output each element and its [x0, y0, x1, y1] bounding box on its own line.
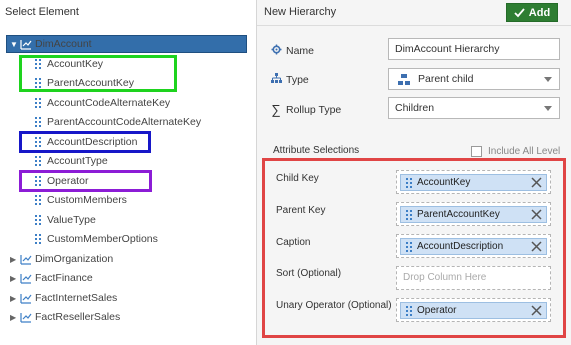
grip-icon: [35, 117, 41, 127]
tree-node-label: FactResellerSales: [35, 311, 121, 323]
rollup-label: ∑ Rollup Type: [270, 102, 341, 117]
rollup-select[interactable]: Children: [388, 97, 560, 119]
panel-header: New Hierarchy Add: [257, 0, 571, 26]
parent-key-dropzone[interactable]: ParentAccountKey: [396, 202, 551, 226]
caret-right-icon[interactable]: ▶: [10, 294, 20, 303]
grip-icon: [406, 241, 412, 252]
tree-column-label: ParentAccountCodeAlternateKey: [47, 116, 202, 128]
child-key-label: Child Key: [276, 173, 319, 184]
checkbox[interactable]: [471, 146, 482, 157]
grip-icon: [35, 156, 41, 166]
type-label: Type: [270, 73, 309, 87]
tree-column-label: AccountCodeAlternateKey: [47, 97, 171, 109]
tree-node-label: DimOrganization: [35, 253, 114, 265]
caret-right-icon[interactable]: ▶: [10, 274, 20, 283]
highlight-green-box: [19, 55, 177, 92]
name-input[interactable]: DimAccount Hierarchy: [388, 38, 560, 60]
new-hierarchy-panel: New Hierarchy Add Name DimAccount Hierar…: [257, 0, 571, 345]
panel-title: Select Element: [5, 6, 79, 18]
chevron-down-icon[interactable]: [544, 77, 552, 82]
caret-right-icon[interactable]: ▶: [10, 255, 20, 264]
type-label-text: Type: [286, 74, 309, 86]
name-input-value: DimAccount Hierarchy: [395, 43, 500, 55]
sort-label: Sort (Optional): [276, 268, 342, 279]
name-label-text: Name: [286, 45, 315, 57]
close-icon[interactable]: [530, 176, 543, 189]
chip-label: ParentAccountKey: [417, 209, 500, 220]
rollup-select-value: Children: [395, 102, 435, 114]
tree-column-valuetype[interactable]: ValueType: [35, 211, 96, 229]
caret-down-icon[interactable]: ▼: [10, 40, 20, 49]
highlight-blue-box: [19, 131, 151, 153]
drop-placeholder: Drop Column Here: [403, 272, 487, 283]
chip-label: AccountKey: [417, 177, 471, 188]
chevron-down-icon[interactable]: [544, 106, 552, 111]
close-icon[interactable]: [530, 304, 543, 317]
highlight-purple-box: [19, 170, 152, 192]
dimension-icon: [20, 293, 32, 304]
tree-node-label: DimAccount: [35, 38, 92, 50]
parent-child-icon: [398, 73, 410, 85]
dimension-icon: [20, 39, 32, 50]
grip-icon: [35, 215, 41, 225]
chip-label: AccountDescription: [417, 241, 504, 252]
select-element-panel: Select Element ▼ DimAccount AccountKey P…: [0, 0, 256, 345]
parent-key-label: Parent Key: [276, 205, 326, 216]
grip-icon: [35, 98, 41, 108]
tree-node-dimorganization[interactable]: ▶ DimOrganization: [10, 250, 113, 268]
tree-node-factinternetsales[interactable]: ▶ FactInternetSales: [10, 289, 117, 307]
type-select-value: Parent child: [418, 73, 474, 85]
tree-column-parentaccountcodealternatekey[interactable]: ParentAccountCodeAlternateKey: [35, 113, 201, 131]
unary-operator-label: Unary Operator (Optional): [276, 300, 392, 311]
tree-column-label: CustomMembers: [47, 194, 127, 206]
unary-operator-dropzone[interactable]: Operator: [396, 298, 551, 322]
tree-column-custommembers[interactable]: CustomMembers: [35, 191, 127, 209]
attribute-selections-label: Attribute Selections: [273, 145, 360, 156]
caret-right-icon[interactable]: ▶: [10, 313, 20, 322]
rollup-label-text: Rollup Type: [286, 103, 342, 116]
name-label: Name: [270, 44, 314, 58]
close-icon[interactable]: [530, 240, 543, 253]
tree-column-label: AccountType: [47, 155, 108, 167]
tree-node-factresellersales[interactable]: ▶ FactResellerSales: [10, 308, 120, 326]
grip-icon: [406, 177, 412, 188]
tree-column-label: ValueType: [47, 214, 96, 226]
dimension-icon: [20, 254, 32, 265]
dimension-icon: [20, 273, 32, 284]
column-chip[interactable]: ParentAccountKey: [400, 206, 547, 223]
caption-label: Caption: [276, 237, 311, 248]
grip-icon: [406, 305, 412, 316]
add-button-label: Add: [528, 6, 551, 19]
tree-column-accounttype[interactable]: AccountType: [35, 152, 108, 170]
column-chip[interactable]: AccountDescription: [400, 238, 547, 255]
hierarchy-icon: [270, 73, 282, 87]
include-all-level-checkbox[interactable]: Include All Level: [471, 146, 560, 157]
close-icon[interactable]: [530, 208, 543, 221]
checkmark-icon: [514, 7, 525, 17]
grip-icon: [406, 209, 412, 220]
tree-node-factfinance[interactable]: ▶ FactFinance: [10, 269, 93, 287]
settings-icon: [270, 44, 282, 58]
add-button[interactable]: Add: [506, 3, 558, 22]
include-all-level-label: Include All Level: [488, 146, 561, 157]
sort-dropzone[interactable]: Drop Column Here: [396, 266, 551, 290]
tree-column-label: CustomMemberOptions: [47, 233, 158, 245]
tree-column-custommemberoptions[interactable]: CustomMemberOptions: [35, 230, 158, 248]
grip-icon: [35, 195, 41, 205]
type-select[interactable]: Parent child: [388, 68, 560, 90]
grip-icon: [35, 234, 41, 244]
caption-dropzone[interactable]: AccountDescription: [396, 234, 551, 258]
panel-title: New Hierarchy: [264, 6, 337, 18]
child-key-dropzone[interactable]: AccountKey: [396, 170, 551, 194]
tree-node-label: FactInternetSales: [35, 292, 118, 304]
chip-label: Operator: [417, 305, 457, 316]
tree-node-label: FactFinance: [35, 272, 93, 284]
tree-node-dimaccount-row[interactable]: ▼ DimAccount: [10, 35, 92, 53]
sigma-icon: ∑: [271, 102, 281, 117]
dimension-icon: [20, 312, 32, 323]
tree-column-accountcodealternatekey[interactable]: AccountCodeAlternateKey: [35, 94, 170, 112]
column-chip[interactable]: AccountKey: [400, 174, 547, 191]
column-chip[interactable]: Operator: [400, 302, 547, 319]
